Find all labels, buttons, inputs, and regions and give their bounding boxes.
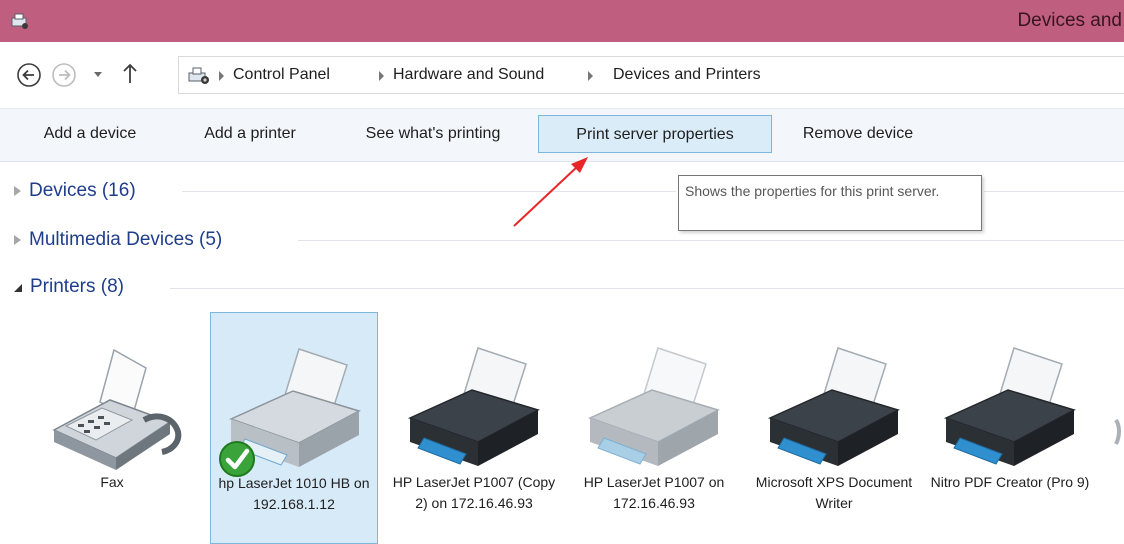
group-divider <box>170 288 1124 289</box>
devices-printers-icon <box>11 13 28 29</box>
back-icon[interactable] <box>16 62 42 88</box>
device-label: Nitro PDF Creator (Pro 9) <box>930 474 1090 490</box>
device-item-hp-laserjet-1010[interactable]: hp LaserJet 1010 HB on 192.168.1.12 <box>210 312 378 544</box>
expand-icon <box>14 186 21 196</box>
add-printer-button[interactable]: Add a printer <box>182 115 318 153</box>
device-label: HP LaserJet P1007 (Copy 2) on 172.16.46.… <box>392 474 556 511</box>
device-label: hp LaserJet 1010 HB on 192.168.1.12 <box>218 475 370 512</box>
device-label: Fax <box>100 474 124 490</box>
breadcrumb-separator-icon <box>588 71 593 81</box>
forward-icon[interactable] <box>51 62 77 88</box>
device-label: Microsoft XPS Document Writer <box>755 474 913 511</box>
group-printers[interactable]: Printers (8) <box>14 272 124 302</box>
group-printers-label: Printers (8) <box>30 276 124 297</box>
group-devices[interactable]: Devices (16) <box>14 176 136 206</box>
recent-locations-icon[interactable] <box>93 71 103 79</box>
printer-icon <box>587 347 720 466</box>
printer-icon <box>767 347 900 466</box>
print-server-properties-button[interactable]: Print server properties <box>538 115 772 153</box>
add-device-button[interactable]: Add a device <box>24 115 156 153</box>
title-bar: Devices and <box>0 0 1124 42</box>
group-devices-label: Devices (16) <box>29 180 136 201</box>
group-divider <box>298 240 1124 241</box>
device-item-nitro-pdf-creator[interactable]: Nitro PDF Creator (Pro 9) <box>926 312 1094 544</box>
device-item-hp-laserjet-p1007-copy2[interactable]: HP LaserJet P1007 (Copy 2) on 172.16.46.… <box>390 312 558 544</box>
device-label: HP LaserJet P1007 on 172.16.46.93 <box>583 474 725 511</box>
breadcrumb-separator-icon <box>379 71 384 81</box>
group-divider <box>984 191 1124 192</box>
remove-device-button[interactable]: Remove device <box>782 115 934 153</box>
group-multimedia-devices[interactable]: Multimedia Devices (5) <box>14 225 222 255</box>
address-bar: Control Panel Hardware and Sound Devices… <box>0 42 1124 108</box>
address-box[interactable]: Control Panel Hardware and Sound Devices… <box>178 56 1124 94</box>
control-panel-icon <box>188 67 209 84</box>
expand-icon <box>14 235 21 245</box>
device-item-hp-laserjet-p1007[interactable]: HP LaserJet P1007 on 172.16.46.93 <box>570 312 738 544</box>
fax-icon <box>52 348 182 470</box>
printer-icon <box>943 347 1076 466</box>
partial-device-icon <box>1114 418 1121 445</box>
group-divider <box>182 191 676 192</box>
breadcrumb-devices-and-printers[interactable]: Devices and Printers <box>613 57 761 93</box>
window-title: Devices and <box>1017 10 1122 31</box>
tooltip: Shows the properties for this print serv… <box>678 175 982 231</box>
group-multimedia-label: Multimedia Devices (5) <box>29 229 223 250</box>
breadcrumb-separator-icon <box>219 71 224 81</box>
printer-icon <box>407 347 540 466</box>
breadcrumb-control-panel[interactable]: Control Panel <box>233 57 330 93</box>
annotation-arrow-icon <box>513 157 588 227</box>
breadcrumb-hardware-and-sound[interactable]: Hardware and Sound <box>393 57 544 93</box>
see-whats-printing-button[interactable]: See what's printing <box>342 115 524 153</box>
up-icon[interactable] <box>122 63 138 85</box>
device-item-microsoft-xps[interactable]: Microsoft XPS Document Writer <box>750 312 918 544</box>
device-item-fax[interactable]: Fax <box>28 312 196 544</box>
collapse-icon <box>14 284 22 292</box>
